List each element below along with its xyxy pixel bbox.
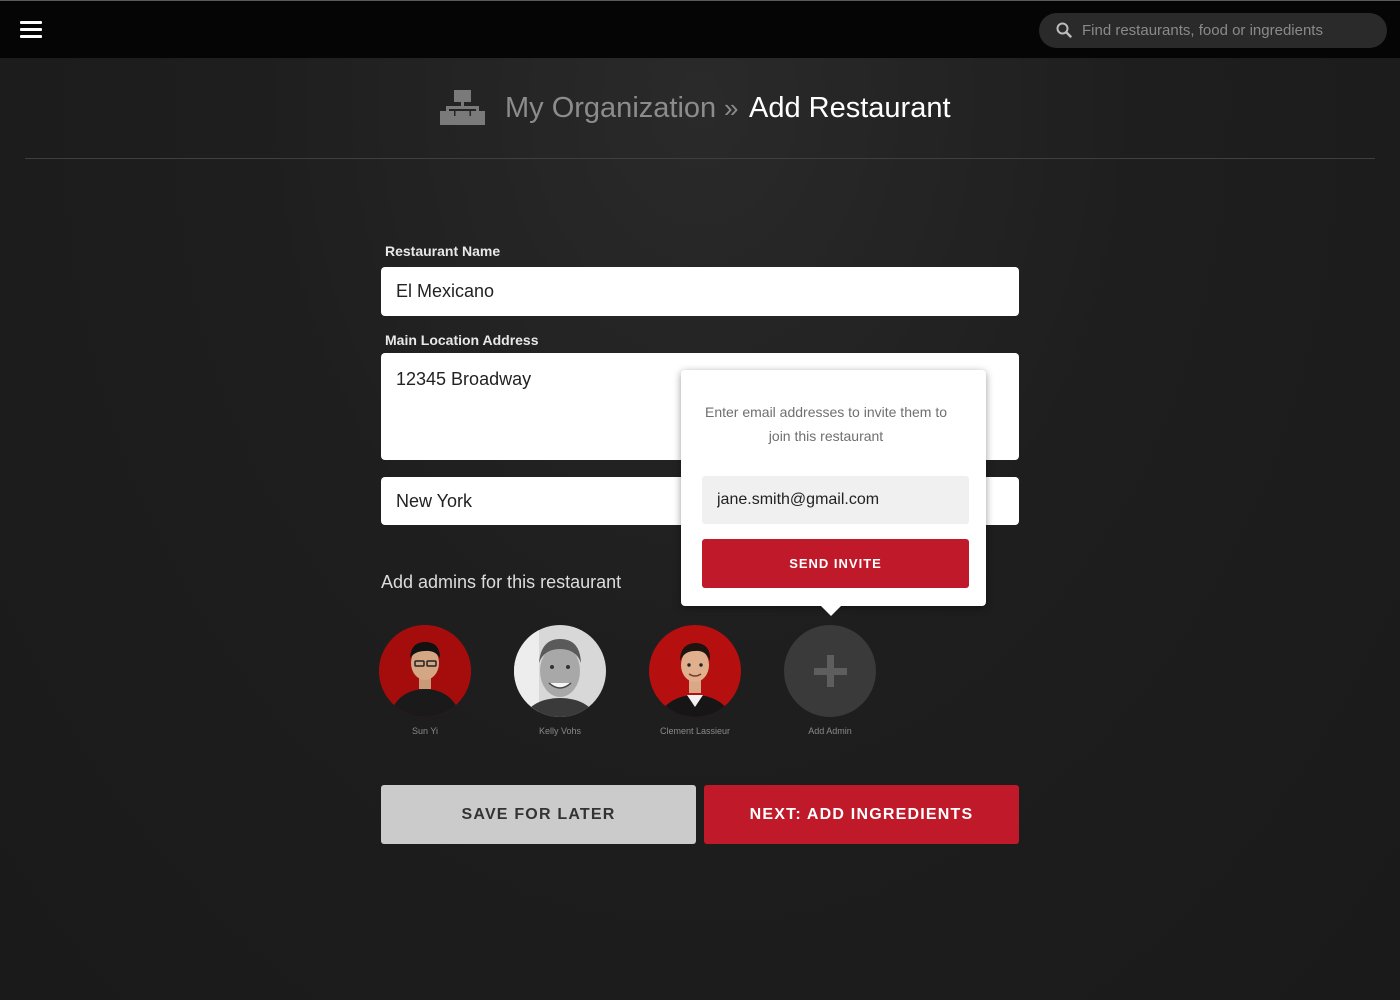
restaurant-name-input[interactable]: [381, 267, 1019, 316]
main-location-address-label: Main Location Address: [385, 332, 539, 348]
add-admin-circle: [784, 625, 876, 717]
header-divider: [25, 158, 1375, 159]
avatar: [514, 625, 606, 717]
organization-chart-icon: [440, 90, 485, 125]
admin-name: Clement Lassieur: [659, 726, 731, 736]
restaurant-name-label: Restaurant Name: [385, 243, 501, 259]
search-bar[interactable]: [1039, 13, 1387, 48]
breadcrumb-my-organization[interactable]: My Organization: [505, 89, 716, 127]
add-admin-label: Add Admin: [808, 726, 852, 736]
top-navigation-bar: [0, 0, 1400, 58]
search-input[interactable]: [1082, 13, 1377, 48]
plus-icon: [814, 655, 847, 687]
add-restaurant-page: My Organization » Add Restaurant Restaur…: [0, 0, 1400, 1000]
avatar: [379, 625, 471, 717]
add-admin-button[interactable]: Add Admin: [784, 625, 876, 736]
admin-name: Sun Yi: [411, 726, 439, 736]
invite-instructions: Enter email addresses to invite them to …: [704, 404, 947, 444]
invite-email-input[interactable]: [702, 476, 969, 524]
admin-avatar-sun-yi[interactable]: Sun Yi: [379, 625, 471, 736]
city-input[interactable]: [381, 477, 686, 525]
admin-avatar-kelly-vohs[interactable]: Kelly Vohs: [514, 625, 606, 736]
popover-arrow: [821, 606, 841, 616]
admin-avatar-clement-lassieur[interactable]: Clement Lassieur: [649, 625, 741, 736]
next-add-ingredients-button[interactable]: NEXT: ADD INGREDIENTS: [704, 785, 1019, 844]
hamburger-menu-icon[interactable]: [20, 21, 42, 39]
invite-popover: Enter email addresses to invite them to …: [681, 370, 986, 616]
admins-heading: Add admins for this restaurant: [381, 572, 622, 592]
send-invite-button[interactable]: SEND INVITE: [702, 539, 969, 588]
save-for-later-button[interactable]: SAVE FOR LATER: [381, 785, 696, 844]
search-icon: [1056, 22, 1072, 38]
page-title: Add Restaurant: [749, 92, 951, 124]
breadcrumb-separator: »: [724, 93, 739, 123]
avatar: [649, 625, 741, 717]
admin-name: Kelly Vohs: [538, 726, 582, 736]
